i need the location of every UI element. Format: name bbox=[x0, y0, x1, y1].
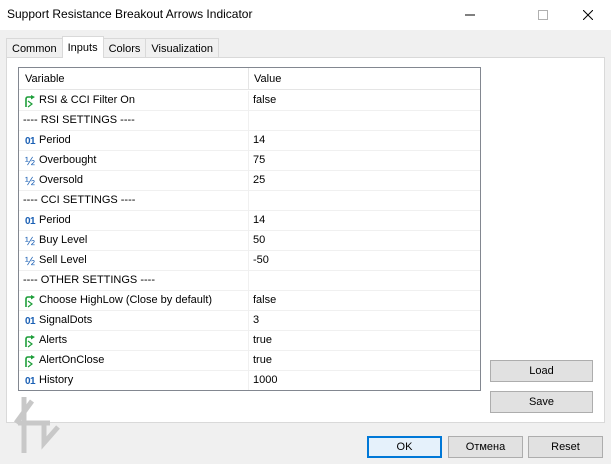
table-row[interactable]: ½ Buy Level 50 bbox=[19, 231, 480, 251]
column-header-value[interactable]: Value bbox=[254, 73, 281, 85]
table-row[interactable]: Choose HighLow (Close by default) false bbox=[19, 291, 480, 311]
row-value[interactable]: 75 bbox=[253, 154, 265, 166]
column-divider[interactable] bbox=[248, 68, 249, 90]
tab-common[interactable]: Common bbox=[6, 38, 63, 58]
grid-rows: RSI & CCI Filter On false ---- RSI SETTING… bbox=[19, 91, 480, 390]
row-divider bbox=[248, 151, 249, 171]
row-divider bbox=[248, 171, 249, 191]
tab-inputs[interactable]: Inputs bbox=[61, 36, 104, 58]
save-button[interactable]: Save bbox=[490, 391, 593, 413]
close-button[interactable] bbox=[565, 0, 611, 30]
row-divider bbox=[248, 311, 249, 331]
table-row[interactable]: 01 Period 14 bbox=[19, 211, 480, 231]
close-icon bbox=[583, 10, 593, 20]
int-icon: 01 bbox=[24, 315, 36, 327]
section-row[interactable]: ---- OTHER SETTINGS ---- bbox=[19, 271, 480, 291]
table-row[interactable]: AlertOnClose true bbox=[19, 351, 480, 371]
row-value[interactable]: 3 bbox=[253, 314, 259, 326]
row-variable-name: ---- RSI SETTINGS ---- bbox=[23, 114, 135, 126]
section-row[interactable]: ---- CCI SETTINGS ---- bbox=[19, 191, 480, 211]
row-value[interactable]: 14 bbox=[253, 214, 265, 226]
row-variable-name: Overbought bbox=[39, 154, 97, 166]
row-divider bbox=[248, 251, 249, 271]
row-variable-name: ---- CCI SETTINGS ---- bbox=[23, 194, 136, 206]
row-divider bbox=[248, 111, 249, 131]
row-value[interactable]: true bbox=[253, 354, 272, 366]
row-variable-name: History bbox=[39, 374, 74, 386]
tab-colors[interactable]: Colors bbox=[102, 38, 147, 58]
window-title: Support Resistance Breakout Arrows Indic… bbox=[7, 7, 253, 21]
bool-arrow-icon bbox=[23, 94, 37, 108]
table-row[interactable]: ½ Overbought 75 bbox=[19, 151, 480, 171]
tab-strip: Common Inputs Colors Visualization bbox=[6, 36, 219, 58]
row-value[interactable]: false bbox=[253, 94, 276, 106]
double-icon: ½ bbox=[24, 254, 35, 268]
maximize-button[interactable] bbox=[520, 0, 566, 30]
bool-arrow-icon bbox=[23, 354, 37, 368]
row-variable-name: Buy Level bbox=[39, 234, 88, 246]
row-divider bbox=[248, 231, 249, 251]
row-variable-name: ---- OTHER SETTINGS ---- bbox=[23, 274, 155, 286]
row-variable-name: AlertOnClose bbox=[39, 354, 105, 366]
row-value[interactable]: false bbox=[253, 294, 276, 306]
row-divider bbox=[248, 91, 249, 111]
row-divider bbox=[248, 351, 249, 371]
inputs-grid: Variable Value RSI & CCI Filter On false -… bbox=[18, 67, 481, 391]
row-divider bbox=[248, 211, 249, 231]
tab-visualization[interactable]: Visualization bbox=[145, 38, 219, 58]
load-button[interactable]: Load bbox=[490, 360, 593, 382]
row-divider bbox=[248, 191, 249, 211]
ok-button[interactable]: OK bbox=[367, 436, 442, 458]
row-value[interactable]: 50 bbox=[253, 234, 265, 246]
row-value[interactable]: 1000 bbox=[253, 374, 277, 386]
double-icon: ½ bbox=[24, 174, 35, 188]
grid-header: Variable Value bbox=[19, 68, 480, 90]
table-row[interactable]: Alerts true bbox=[19, 331, 480, 351]
table-row[interactable]: 01 History 1000 bbox=[19, 371, 480, 390]
row-value[interactable]: 25 bbox=[253, 174, 265, 186]
int-icon: 01 bbox=[24, 215, 36, 227]
bool-arrow-icon bbox=[23, 294, 37, 308]
table-row[interactable]: 01 SignalDots 3 bbox=[19, 311, 480, 331]
row-variable-name: Sell Level bbox=[39, 254, 87, 266]
row-value[interactable]: -50 bbox=[253, 254, 269, 266]
minimize-icon bbox=[465, 14, 475, 16]
cancel-button[interactable]: Отмена bbox=[448, 436, 523, 458]
table-row[interactable]: RSI & CCI Filter On false bbox=[19, 91, 480, 111]
bool-arrow-icon bbox=[23, 334, 37, 348]
table-row[interactable]: 01 Period 14 bbox=[19, 131, 480, 151]
maximize-icon bbox=[538, 10, 548, 20]
row-variable-name: Alerts bbox=[39, 334, 68, 346]
minimize-button[interactable] bbox=[447, 0, 493, 30]
int-icon: 01 bbox=[24, 135, 36, 147]
row-divider bbox=[248, 291, 249, 311]
table-row[interactable]: ½ Sell Level -50 bbox=[19, 251, 480, 271]
row-divider bbox=[248, 271, 249, 291]
watermark-logo bbox=[13, 397, 60, 453]
row-variable-name: SignalDots bbox=[39, 314, 93, 326]
row-variable-name: RSI & CCI Filter On bbox=[39, 94, 135, 106]
section-row[interactable]: ---- RSI SETTINGS ---- bbox=[19, 111, 480, 131]
row-divider bbox=[248, 131, 249, 151]
row-variable-name: Period bbox=[39, 134, 71, 146]
row-variable-name: Choose HighLow (Close by default) bbox=[39, 294, 213, 306]
row-variable-name: Period bbox=[39, 214, 71, 226]
int-icon: 01 bbox=[24, 375, 36, 387]
reset-button[interactable]: Reset bbox=[528, 436, 603, 458]
row-divider bbox=[248, 371, 249, 390]
double-icon: ½ bbox=[24, 154, 35, 168]
title-bar: Support Resistance Breakout Arrows Indic… bbox=[0, 0, 611, 30]
row-divider bbox=[248, 331, 249, 351]
row-value[interactable]: true bbox=[253, 334, 272, 346]
row-variable-name: Oversold bbox=[39, 174, 84, 186]
table-row[interactable]: ½ Oversold 25 bbox=[19, 171, 480, 191]
row-value[interactable]: 14 bbox=[253, 134, 265, 146]
column-header-variable[interactable]: Variable bbox=[25, 73, 65, 85]
double-icon: ½ bbox=[24, 234, 35, 248]
